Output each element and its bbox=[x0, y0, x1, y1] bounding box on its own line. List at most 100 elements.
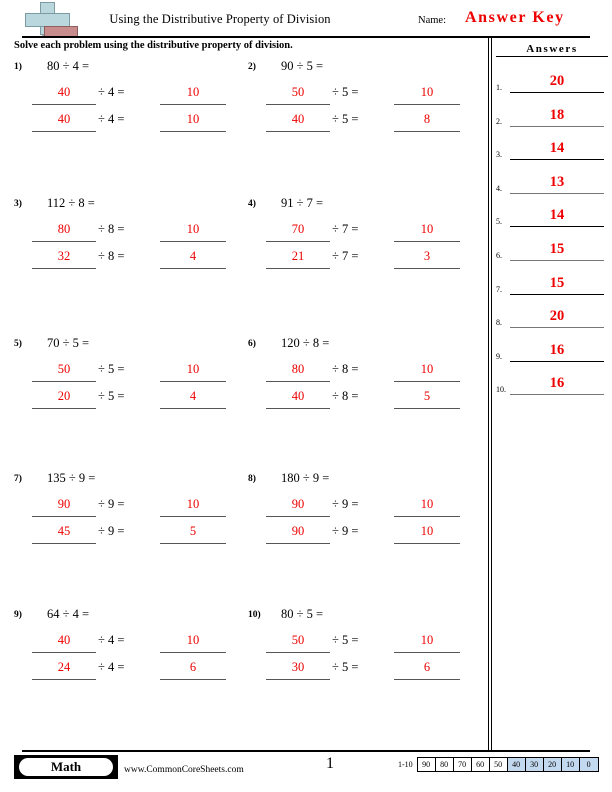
answer-index: 1. bbox=[496, 83, 502, 92]
answer-value: 15 bbox=[549, 241, 565, 257]
step-1-part-value: 90 bbox=[291, 497, 305, 511]
step-2-part-blank[interactable]: 40 bbox=[266, 387, 330, 409]
problem-step-1: 80 ÷ 8 = 10 bbox=[32, 220, 237, 246]
problem-5: 5) 70 ÷ 5 = 50 ÷ 5 = 10 20 ÷ 5 = 4 bbox=[14, 335, 246, 455]
step-2-operator: ÷ 9 = bbox=[98, 524, 125, 538]
step-2-result-blank[interactable]: 5 bbox=[160, 522, 226, 544]
step-1-part-blank[interactable]: 50 bbox=[266, 631, 330, 653]
step-2-part-blank[interactable]: 20 bbox=[32, 387, 96, 409]
step-1-result-blank[interactable]: 10 bbox=[394, 220, 460, 242]
score-box-50: 50 bbox=[489, 758, 508, 771]
step-1-part-blank[interactable]: 50 bbox=[32, 360, 96, 382]
step-2-result-value: 4 bbox=[189, 389, 197, 403]
step-1-part-blank[interactable]: 40 bbox=[32, 83, 96, 105]
step-1-part-blank[interactable]: 40 bbox=[32, 631, 96, 653]
name-label: Name: bbox=[418, 15, 446, 26]
step-1-result-blank[interactable]: 10 bbox=[160, 631, 226, 653]
step-1-result-blank[interactable]: 10 bbox=[394, 360, 460, 382]
answer-index: 8. bbox=[496, 318, 502, 328]
step-2-operator: ÷ 4 = bbox=[98, 660, 125, 674]
answer-index: 5. bbox=[496, 217, 502, 227]
step-1-part-blank[interactable]: 80 bbox=[32, 220, 96, 242]
problem-expression: 64 ÷ 4 = bbox=[47, 607, 90, 621]
problem-step-1: 70 ÷ 7 = 10 bbox=[266, 220, 471, 246]
step-1-part-blank[interactable]: 70 bbox=[266, 220, 330, 242]
step-2-part-blank[interactable]: 40 bbox=[32, 110, 96, 132]
step-2-result-value: 8 bbox=[423, 112, 431, 126]
step-2-operator: ÷ 8 = bbox=[332, 389, 359, 403]
answer-blank-line[interactable] bbox=[510, 125, 604, 127]
step-1-part-blank[interactable]: 50 bbox=[266, 83, 330, 105]
problem-step-1: 90 ÷ 9 = 10 bbox=[266, 495, 471, 521]
step-1-result-blank[interactable]: 10 bbox=[160, 360, 226, 382]
step-2-operator: ÷ 7 = bbox=[332, 249, 359, 263]
step-1-operator: ÷ 5 = bbox=[332, 85, 359, 99]
step-1-result-blank[interactable]: 10 bbox=[160, 495, 226, 517]
step-2-part-blank[interactable]: 30 bbox=[266, 658, 330, 680]
step-2-part-blank[interactable]: 40 bbox=[266, 110, 330, 132]
answer-blank-line[interactable] bbox=[510, 226, 604, 228]
worksheet-page: Using the Distributive Property of Divis… bbox=[0, 0, 612, 792]
step-2-part-blank[interactable]: 90 bbox=[266, 522, 330, 544]
step-1-result-value: 10 bbox=[420, 362, 434, 376]
answer-row-7: 7. 15 bbox=[496, 270, 608, 304]
step-1-result-blank[interactable]: 10 bbox=[160, 220, 226, 242]
problem-number: 1) bbox=[14, 62, 22, 72]
problem-step-2: 40 ÷ 8 = 5 bbox=[266, 387, 471, 413]
answer-value: 14 bbox=[549, 140, 565, 157]
step-1-part-value: 50 bbox=[291, 85, 305, 99]
answer-blank-line[interactable] bbox=[510, 260, 604, 261]
step-2-result-blank[interactable]: 4 bbox=[160, 247, 226, 269]
step-2-result-value: 6 bbox=[423, 660, 431, 674]
step-2-part-value: 32 bbox=[57, 249, 71, 263]
step-2-part-blank[interactable]: 45 bbox=[32, 522, 96, 544]
step-1-result-blank[interactable]: 10 bbox=[394, 631, 460, 653]
step-1-part-blank[interactable]: 90 bbox=[32, 495, 96, 517]
step-2-result-value: 10 bbox=[186, 112, 200, 126]
problem-expression: 70 ÷ 5 = bbox=[47, 336, 90, 350]
step-2-part-value: 21 bbox=[291, 249, 305, 263]
answer-index: 9. bbox=[496, 351, 502, 361]
step-2-result-blank[interactable]: 10 bbox=[160, 110, 226, 132]
step-2-part-blank[interactable]: 24 bbox=[32, 658, 96, 680]
step-2-operator: ÷ 4 = bbox=[98, 112, 125, 126]
step-2-part-blank[interactable]: 32 bbox=[32, 247, 96, 269]
answer-blank-line[interactable] bbox=[510, 293, 604, 295]
problem-expression: 120 ÷ 8 = bbox=[281, 336, 330, 350]
score-box-80: 80 bbox=[435, 758, 454, 771]
step-2-part-blank[interactable]: 21 bbox=[266, 247, 330, 269]
answer-blank-line[interactable] bbox=[510, 159, 604, 161]
step-1-result-blank[interactable]: 10 bbox=[394, 495, 460, 517]
step-2-result-blank[interactable]: 5 bbox=[394, 387, 460, 409]
step-2-result-blank[interactable]: 6 bbox=[160, 658, 226, 680]
website-url: www.CommonCoreSheets.com bbox=[124, 765, 244, 775]
answer-blank-line[interactable] bbox=[510, 394, 604, 396]
step-2-result-blank[interactable]: 6 bbox=[394, 658, 460, 680]
step-2-part-value: 90 bbox=[291, 524, 305, 538]
step-2-result-blank[interactable]: 4 bbox=[160, 387, 226, 409]
problem-expression: 91 ÷ 7 = bbox=[281, 196, 324, 210]
score-scale-boxes: 90 80 70 60 50 40 30 20 10 0 bbox=[416, 757, 599, 772]
answer-value: 13 bbox=[549, 173, 565, 190]
answer-blank-line[interactable] bbox=[510, 327, 604, 329]
step-2-result-blank[interactable]: 10 bbox=[394, 522, 460, 544]
problem-9: 9) 64 ÷ 4 = 40 ÷ 4 = 10 24 ÷ 4 = 6 bbox=[14, 606, 246, 726]
answer-value: 16 bbox=[549, 341, 565, 358]
answer-value: 20 bbox=[549, 308, 565, 325]
step-1-part-blank[interactable]: 80 bbox=[266, 360, 330, 382]
step-1-operator: ÷ 4 = bbox=[98, 633, 125, 647]
answer-blank-line[interactable] bbox=[510, 192, 604, 194]
step-1-part-blank[interactable]: 90 bbox=[266, 495, 330, 517]
step-2-result-blank[interactable]: 3 bbox=[394, 247, 460, 269]
answer-blank-line[interactable] bbox=[510, 360, 604, 362]
step-1-part-value: 90 bbox=[57, 497, 71, 511]
step-2-result-value: 10 bbox=[420, 524, 434, 538]
step-1-result-blank[interactable]: 10 bbox=[394, 83, 460, 105]
step-2-result-blank[interactable]: 8 bbox=[394, 110, 460, 132]
step-1-result-blank[interactable]: 10 bbox=[160, 83, 226, 105]
answer-row-4: 4. 13 bbox=[496, 169, 608, 203]
vertical-divider bbox=[488, 36, 492, 752]
step-1-result-value: 10 bbox=[420, 85, 434, 99]
answer-blank-line[interactable] bbox=[510, 92, 604, 93]
step-1-result-value: 10 bbox=[186, 633, 200, 647]
